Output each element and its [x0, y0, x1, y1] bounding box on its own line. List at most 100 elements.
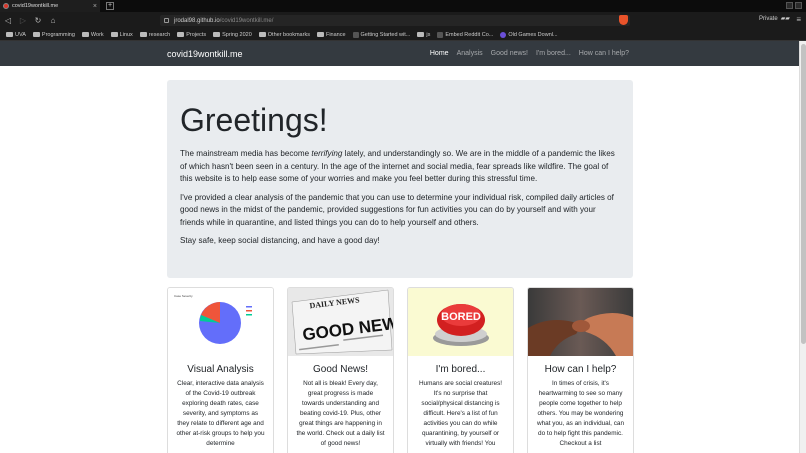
- folder-icon: [32, 32, 40, 37]
- newspaper-image: DAILY NEWS GOOD NEWS!!: [288, 288, 393, 356]
- private-mask-icon: ▰▰: [780, 16, 790, 22]
- bookmark-label: Projects: [186, 31, 207, 38]
- folder-icon: [139, 32, 147, 37]
- bookmark-favicon-icon: [352, 31, 359, 38]
- bookmark-favicon-icon: [437, 31, 444, 38]
- bookmarks-bar: UVA Programming Work Linux research Proj…: [0, 29, 806, 41]
- card-title: Good News!: [312, 364, 369, 375]
- analysis-pie-chart-image: Case Severity: [168, 288, 273, 356]
- bookmark-folder[interactable]: Linux: [110, 31, 133, 38]
- bookmark-folder[interactable]: Spring 2020: [213, 32, 252, 38]
- bookmark-folder[interactable]: UVA: [6, 32, 26, 38]
- back-button[interactable]: ◁: [4, 16, 12, 25]
- reload-button[interactable]: ↻: [34, 16, 42, 25]
- card-title: Visual Analysis: [187, 364, 254, 375]
- browser-tab[interactable]: covid19wontkill.me ×: [0, 0, 100, 12]
- bookmark-label: Finance: [325, 31, 346, 38]
- browser-tab-bar: covid19wontkill.me × +: [0, 0, 806, 12]
- window-controls: [786, 2, 802, 9]
- folder-icon: [81, 32, 89, 37]
- folder-icon: [110, 32, 118, 37]
- bookmark-label: Programming: [41, 31, 75, 38]
- bookmark-label: Getting Started wit...: [360, 31, 411, 38]
- site-brand[interactable]: covid19wontkill.me: [167, 49, 243, 59]
- folder-icon: [6, 32, 13, 37]
- menu-icon[interactable]: ≡: [796, 15, 801, 24]
- closing-paragraph: Stay safe, keep social distancing, and h…: [180, 236, 380, 245]
- folder-icon: [213, 32, 221, 37]
- nav-good-news[interactable]: Good news!: [491, 50, 528, 57]
- site-favicon-icon: [3, 3, 9, 9]
- scrollbar-thumb[interactable]: [801, 44, 806, 344]
- card-text: Not all is bleak! Every day, great progr…: [296, 380, 385, 447]
- home-button[interactable]: ⌂: [49, 16, 57, 25]
- bored-button-image: BORED: [408, 288, 513, 356]
- web-page: covid19wontkill.me Home Analysis Good ne…: [0, 41, 799, 453]
- bookmark-folder[interactable]: research: [139, 32, 170, 38]
- pie-chart-icon: Case Severity: [174, 294, 252, 344]
- site-navbar: covid19wontkill.me Home Analysis Good ne…: [0, 41, 799, 66]
- bookmark-folder[interactable]: Work: [81, 31, 104, 38]
- bookmark-label: js: [426, 31, 431, 38]
- bookmark-link[interactable]: Old Games Downl...: [500, 31, 558, 38]
- intro-text: The mainstream media has become: [180, 149, 312, 158]
- jumbotron: Greetings! The mainstream media has beco…: [167, 80, 633, 278]
- card-text: Clear, interactive data analysis of the …: [176, 380, 265, 447]
- feature-cards: Case Severity Visual Analysis Clear, int…: [167, 287, 634, 453]
- bored-button-icon: BORED: [433, 304, 489, 346]
- card-help[interactable]: How can I help? In times of crisis, it's…: [527, 287, 634, 453]
- intro-emphasis: terrifying: [311, 149, 343, 158]
- lock-icon: [164, 18, 169, 23]
- card-title: I'm bored...: [435, 364, 486, 375]
- private-label: Private: [759, 15, 778, 22]
- nav-analysis[interactable]: Analysis: [457, 50, 483, 57]
- bookmark-link[interactable]: Embed Reddit Co...: [437, 31, 494, 38]
- new-tab-button[interactable]: +: [106, 2, 114, 10]
- address-bar[interactable]: jrodal98.github.io/covid19wontkill.me/: [160, 15, 630, 26]
- handshake-image: [528, 288, 633, 356]
- folder-icon: [177, 32, 185, 37]
- card-good-news[interactable]: DAILY NEWS GOOD NEWS!! Good News! Not al…: [287, 287, 394, 453]
- maximize-button[interactable]: [795, 2, 802, 9]
- card-visual-analysis[interactable]: Case Severity Visual Analysis Clear, int…: [167, 287, 274, 453]
- bookmark-folder[interactable]: Other bookmarks: [258, 31, 310, 38]
- forward-button[interactable]: ▷: [19, 16, 27, 25]
- tab-title: covid19wontkill.me: [12, 3, 59, 9]
- card-bored[interactable]: BORED I'm bored... Humans are social cre…: [407, 287, 514, 453]
- nav-home[interactable]: Home: [430, 50, 449, 57]
- bookmark-folder[interactable]: js: [417, 32, 430, 38]
- nav-help[interactable]: How can I help?: [579, 50, 629, 57]
- url-host: jrodal98.github.io: [174, 17, 220, 24]
- bookmark-link[interactable]: Getting Started wit...: [352, 31, 411, 38]
- card-text: Humans are social creatures! It's no sur…: [418, 380, 503, 447]
- bookmark-label: Embed Reddit Co...: [445, 31, 494, 38]
- bookmark-label: UVA: [15, 31, 26, 38]
- card-text: In times of crisis, it's heartwarming to…: [536, 380, 625, 447]
- bookmark-label: Other bookmarks: [267, 31, 310, 38]
- url-path: /covid19wontkill.me/: [219, 17, 274, 24]
- bookmark-label: Linux: [119, 31, 133, 38]
- browser-toolbar: ◁ ▷ ↻ ⌂ jrodal98.github.io/covid19wontki…: [0, 12, 806, 29]
- bookmark-label: Old Games Downl...: [508, 31, 558, 38]
- bookmark-label: Work: [90, 31, 104, 38]
- folder-icon: [417, 32, 425, 37]
- nav-links: Home Analysis Good news! I'm bored... Ho…: [430, 50, 629, 57]
- brave-shield-icon[interactable]: [619, 15, 628, 25]
- bookmark-favicon-icon: [500, 31, 507, 38]
- folder-icon: [258, 32, 266, 37]
- handshake-icon: [528, 313, 633, 356]
- pie-chart-title: Case Severity: [174, 294, 193, 298]
- close-tab-icon[interactable]: ×: [93, 3, 97, 10]
- folder-icon: [316, 32, 324, 37]
- bookmark-folder[interactable]: Projects: [177, 32, 206, 38]
- page-scrollbar[interactable]: [799, 41, 806, 453]
- private-indicator: Private ▰▰: [759, 15, 790, 23]
- greeting-heading: Greetings!: [180, 102, 328, 138]
- newspaper-icon: DAILY NEWS GOOD NEWS!!: [291, 289, 393, 355]
- minimize-button[interactable]: [786, 2, 793, 9]
- bookmark-folder[interactable]: Programming: [32, 31, 75, 38]
- card-title: How can I help?: [544, 364, 617, 375]
- bookmark-folder[interactable]: Finance: [316, 31, 346, 38]
- overview-paragraph: I've provided a clear analysis of the pa…: [180, 192, 614, 227]
- nav-bored[interactable]: I'm bored...: [536, 50, 571, 57]
